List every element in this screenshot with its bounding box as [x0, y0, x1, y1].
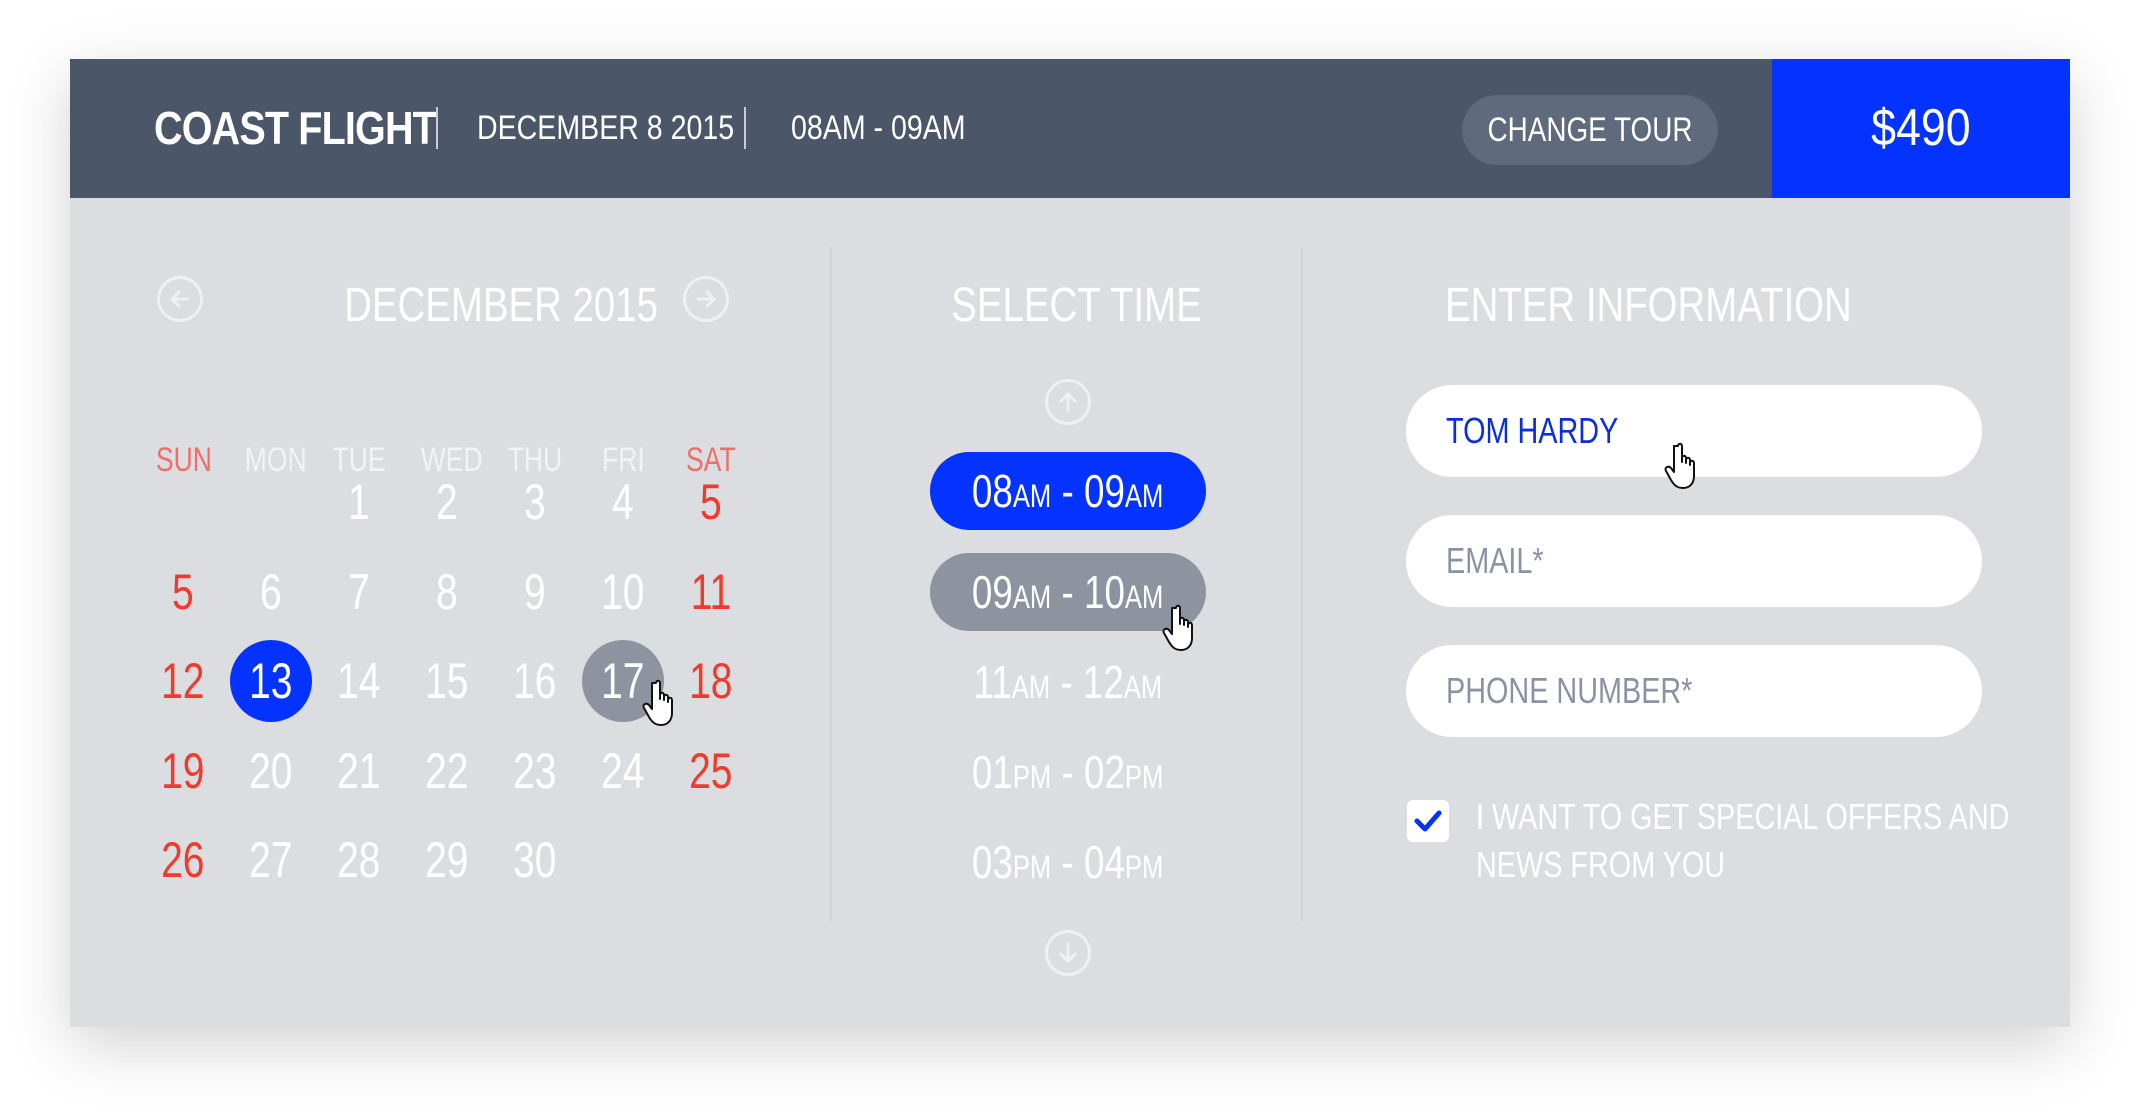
- time-scroll-down-button[interactable]: [1045, 930, 1091, 976]
- calendar-day[interactable]: 10: [582, 551, 664, 633]
- time-scroll-up-button[interactable]: [1045, 379, 1091, 425]
- tour-title: COAST FLIGHT: [154, 102, 437, 154]
- change-tour-button[interactable]: CHANGE TOUR: [1462, 95, 1718, 165]
- checkmark-icon: [1414, 810, 1442, 832]
- name-field[interactable]: TOM HARDY: [1406, 385, 1982, 477]
- calendar-day[interactable]: 7: [318, 551, 400, 633]
- tour-date: DECEMBER 8 2015: [477, 109, 735, 147]
- arrow-up-circle-icon: [1059, 392, 1077, 413]
- price-badge: $490: [1772, 59, 2070, 198]
- calendar-day[interactable]: 5: [670, 461, 752, 543]
- calendar-day[interactable]: 26: [142, 819, 224, 901]
- prev-month-button[interactable]: [157, 276, 203, 322]
- time-slot[interactable]: 09AM - 10AM: [930, 553, 1206, 631]
- calendar-day[interactable]: 13: [230, 640, 312, 722]
- calendar-day[interactable]: 14: [318, 640, 400, 722]
- calendar-day[interactable]: 2: [406, 461, 488, 543]
- weekday-label: SUN: [155, 441, 212, 479]
- calendar-day[interactable]: 12: [142, 640, 224, 722]
- calendar-day[interactable]: 3: [494, 461, 576, 543]
- calendar-month-title: DECEMBER 2015: [344, 279, 658, 332]
- calendar-day[interactable]: 9: [494, 551, 576, 633]
- calendar-day[interactable]: 21: [318, 730, 400, 812]
- calendar-day[interactable]: 4: [582, 461, 664, 543]
- calendar-day[interactable]: 15: [406, 640, 488, 722]
- time-slot[interactable]: 08AM - 09AM: [930, 452, 1206, 530]
- tour-time: 08AM - 09AM: [791, 109, 966, 147]
- special-offers-checkbox[interactable]: [1407, 800, 1449, 842]
- calendar-day[interactable]: 25: [670, 730, 752, 812]
- next-month-button[interactable]: [683, 276, 729, 322]
- time-slot[interactable]: 01PM - 02PM: [930, 733, 1206, 811]
- arrow-down-circle-icon: [1059, 942, 1077, 963]
- enter-information-title: ENTER INFORMATION: [1445, 279, 1852, 332]
- calendar-day[interactable]: 20: [230, 730, 312, 812]
- special-offers-label[interactable]: I WANT TO GET SPECIAL OFFERS AND NEWS FR…: [1476, 793, 2009, 889]
- calendar-day[interactable]: 23: [494, 730, 576, 812]
- calendar-day[interactable]: 5: [142, 551, 224, 633]
- header-divider: [744, 107, 746, 149]
- calendar-day[interactable]: 11: [670, 551, 752, 633]
- calendar-day[interactable]: 29: [406, 819, 488, 901]
- column-divider: [1301, 247, 1303, 922]
- header-bar: COAST FLIGHT DECEMBER 8 2015 08AM - 09AM…: [70, 59, 2070, 198]
- select-time-title: SELECT TIME: [951, 279, 1202, 332]
- arrow-left-circle-icon: [170, 290, 190, 308]
- weekday-label: MON: [244, 441, 307, 479]
- calendar-day[interactable]: 28: [318, 819, 400, 901]
- calendar-day[interactable]: 27: [230, 819, 312, 901]
- booking-card: COAST FLIGHT DECEMBER 8 2015 08AM - 09AM…: [70, 59, 2070, 1027]
- calendar-day[interactable]: 30: [494, 819, 576, 901]
- calendar-day[interactable]: 17: [582, 640, 664, 722]
- header-divider: [436, 107, 438, 149]
- calendar-day[interactable]: 16: [494, 640, 576, 722]
- calendar-day[interactable]: 6: [230, 551, 312, 633]
- calendar-day[interactable]: 8: [406, 551, 488, 633]
- calendar-day[interactable]: 18: [670, 640, 752, 722]
- calendar-day[interactable]: 1: [318, 461, 400, 543]
- time-slot[interactable]: 03PM - 04PM: [930, 823, 1206, 901]
- calendar-day[interactable]: 19: [142, 730, 224, 812]
- arrow-right-circle-icon: [696, 290, 716, 308]
- calendar-day[interactable]: 22: [406, 730, 488, 812]
- calendar-day[interactable]: 24: [582, 730, 664, 812]
- email-field[interactable]: EMAIL*: [1406, 515, 1982, 607]
- time-slot[interactable]: 11AM - 12AM: [930, 643, 1206, 721]
- column-divider: [830, 247, 832, 922]
- phone-field[interactable]: PHONE NUMBER*: [1406, 645, 1982, 737]
